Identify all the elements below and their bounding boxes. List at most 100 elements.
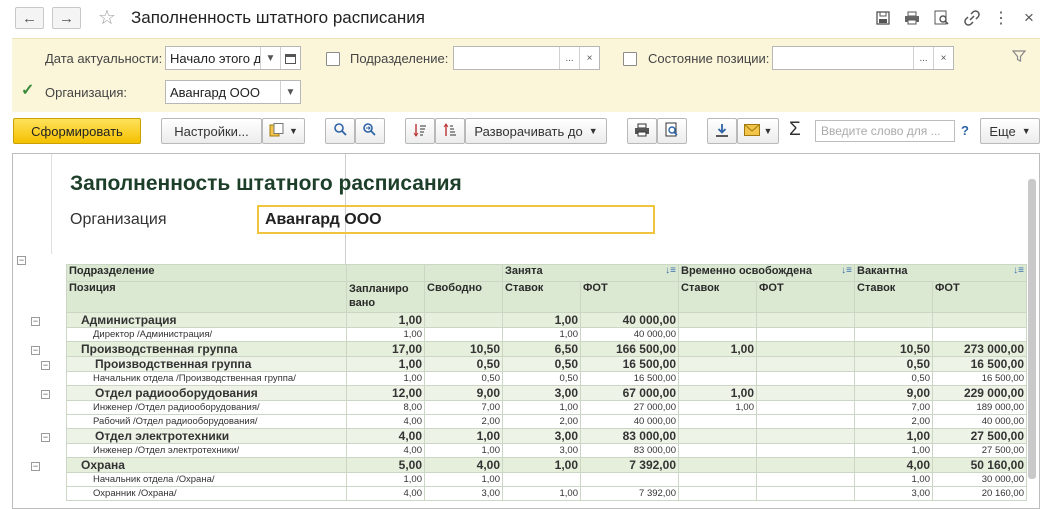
- expand-to-button[interactable]: Разворачивать до ▼: [465, 118, 607, 144]
- position-state-field[interactable]: ... ×: [772, 46, 954, 70]
- report-spreadsheet[interactable]: Заполненность штатного расписания Органи…: [12, 153, 1040, 509]
- department-row[interactable]: Охрана 5,00 4,00 1,00 7 392,00 4,00 50 160,00: [66, 457, 1027, 473]
- print-icon[interactable]: [902, 9, 922, 27]
- row-name: Охранник /Охрана/: [66, 486, 347, 501]
- collapse-icon[interactable]: −: [41, 389, 50, 399]
- row-name: Производственная группа: [66, 341, 347, 357]
- cell-vac-rates: 0,50: [854, 356, 933, 372]
- link-icon[interactable]: [962, 9, 982, 27]
- organization-checkbox[interactable]: ✓: [21, 83, 35, 99]
- more-vertical-icon[interactable]: ⋮: [991, 9, 1011, 27]
- find-next-button[interactable]: [355, 118, 385, 144]
- dropdown-arrow-icon: ▼: [588, 126, 598, 136]
- cell-occ-rates: 3,00: [502, 428, 581, 444]
- print-button[interactable]: [627, 118, 657, 144]
- cell-tmp-rates: 1,00: [678, 400, 757, 415]
- position-row[interactable]: Начальник отдела /Производственная групп…: [66, 371, 1027, 386]
- variant-button[interactable]: ▼: [262, 118, 305, 144]
- header-position: Позиция: [66, 281, 347, 313]
- department-clear-icon[interactable]: ×: [579, 47, 599, 69]
- organization-value[interactable]: Авангард ООО: [166, 85, 280, 100]
- send-email-button[interactable]: ▼: [737, 118, 779, 144]
- date-field[interactable]: Начало этого д ▼: [165, 46, 301, 70]
- expand-to-label: Разворачивать до: [474, 123, 583, 139]
- calendar-icon[interactable]: [280, 47, 300, 69]
- filter-panel: Дата актуальности: Начало этого д ▼ Подр…: [12, 38, 1040, 112]
- collapse-icon[interactable]: −: [31, 316, 40, 326]
- preview-icon[interactable]: [932, 9, 952, 27]
- collapse-icon[interactable]: −: [41, 360, 50, 370]
- collapse-icon[interactable]: −: [41, 432, 50, 442]
- date-value[interactable]: Начало этого д: [166, 51, 260, 66]
- position-row[interactable]: Охранник /Охрана/4,00 3,00 1,00 7 392,00 3,0…: [66, 486, 1027, 501]
- position-row[interactable]: Инженер /Отдел радиооборудования/8,00 7,0…: [66, 400, 1027, 415]
- report-org-value[interactable]: Авангард ООО: [257, 205, 655, 234]
- department-select-button[interactable]: ...: [559, 47, 579, 69]
- department-row[interactable]: Производственная группа 17,00 10,50 6,50 166…: [66, 341, 1027, 357]
- back-arrow-icon[interactable]: ←: [15, 7, 44, 29]
- position-row[interactable]: Начальник отдела /Охрана/1,00 1,00 1,00 30 …: [66, 472, 1027, 487]
- cell-occ-fot: 16 500,00: [580, 356, 679, 372]
- envelope-icon: [743, 123, 760, 139]
- cell-occ-rates: [502, 472, 581, 487]
- department-checkbox[interactable]: [326, 52, 340, 66]
- forward-arrow-icon[interactable]: →: [52, 7, 81, 29]
- cell-occ-rates: 1,00: [502, 400, 581, 415]
- report-table-body: Администрация 1,00 1,00 40 000,00 Директор /…: [66, 312, 1027, 501]
- department-row[interactable]: Администрация 1,00 1,00 40 000,00: [66, 312, 1027, 328]
- row-name: Производственная группа: [66, 356, 347, 372]
- position-row[interactable]: Рабочий /Отдел радиооборудования/4,00 2,0…: [66, 414, 1027, 429]
- row-name: Директор /Администрация/: [66, 327, 347, 342]
- cell-tmp-rates: [678, 457, 757, 473]
- cell-occ-rates: 0,50: [502, 356, 581, 372]
- cell-occ-fot: 40 000,00: [580, 312, 679, 328]
- cell-planned: 1,00: [346, 312, 425, 328]
- header-planned: Запланиро вано: [346, 281, 425, 313]
- search-input[interactable]: Введите слово для ...: [815, 120, 955, 142]
- dropdown-arrow-icon: ▼: [289, 126, 298, 136]
- department-row[interactable]: Отдел радиооборудования 12,00 9,00 3,00 67 0…: [66, 385, 1027, 401]
- export-button[interactable]: [707, 118, 737, 144]
- department-row[interactable]: Отдел электротехники 4,00 1,00 3,00 83 000,0…: [66, 428, 1027, 444]
- position-state-select-button[interactable]: ...: [913, 47, 933, 69]
- collapse-icon[interactable]: −: [31, 461, 40, 471]
- position-row[interactable]: Директор /Администрация/1,00 1,00 40 000,0…: [66, 327, 1027, 342]
- header-department: Подразделение: [66, 264, 347, 282]
- dropdown-arrow-icon[interactable]: ▼: [280, 81, 300, 103]
- save-icon[interactable]: [873, 9, 893, 27]
- cell-occ-rates: 1,00: [502, 457, 581, 473]
- favorite-star-icon[interactable]: ☆: [98, 5, 116, 30]
- sum-icon[interactable]: Σ: [789, 119, 801, 141]
- more-button[interactable]: Еще ▼: [980, 118, 1040, 144]
- header-occupied[interactable]: Занята ↓≡: [502, 264, 679, 282]
- help-icon[interactable]: ?: [961, 123, 969, 138]
- position-row[interactable]: Инженер /Отдел электротехники/4,00 1,00 3,…: [66, 443, 1027, 458]
- cell-planned: 4,00: [346, 428, 425, 444]
- cell-tmp-fot: [756, 443, 855, 458]
- close-icon[interactable]: ×: [1019, 8, 1039, 27]
- cell-occ-fot: 40 000,00: [580, 327, 679, 342]
- cell-vac-rates: 2,00: [854, 414, 933, 429]
- settings-button[interactable]: Настройки...: [161, 118, 262, 144]
- print-preview-button[interactable]: [657, 118, 687, 144]
- cell-tmp-rates: [678, 371, 757, 386]
- generate-button[interactable]: Сформировать: [13, 118, 141, 144]
- sort-desc-button[interactable]: [405, 118, 435, 144]
- organization-field[interactable]: Авангард ООО ▼: [165, 80, 301, 104]
- collapse-icon[interactable]: −: [31, 345, 40, 355]
- vertical-scrollbar[interactable]: [1028, 179, 1036, 479]
- department-row[interactable]: Производственная группа 1,00 0,50 0,50 16 50…: [66, 356, 1027, 372]
- sort-asc-button[interactable]: [435, 118, 465, 144]
- header-temp-released[interactable]: Временно освобождена ↓≡: [678, 264, 855, 282]
- position-state-checkbox[interactable]: [623, 52, 637, 66]
- cell-tmp-rates: [678, 472, 757, 487]
- collapse-all-icon[interactable]: −: [17, 256, 26, 265]
- cell-tmp-fot: [756, 414, 855, 429]
- dropdown-arrow-icon[interactable]: ▼: [260, 47, 280, 69]
- position-state-clear-icon[interactable]: ×: [933, 47, 953, 69]
- cell-vac-fot: [932, 312, 1027, 328]
- find-button[interactable]: [325, 118, 355, 144]
- filter-funnel-icon[interactable]: [1011, 49, 1027, 66]
- department-field[interactable]: ... ×: [453, 46, 600, 70]
- header-vacant[interactable]: Вакантна ↓≡: [854, 264, 1027, 282]
